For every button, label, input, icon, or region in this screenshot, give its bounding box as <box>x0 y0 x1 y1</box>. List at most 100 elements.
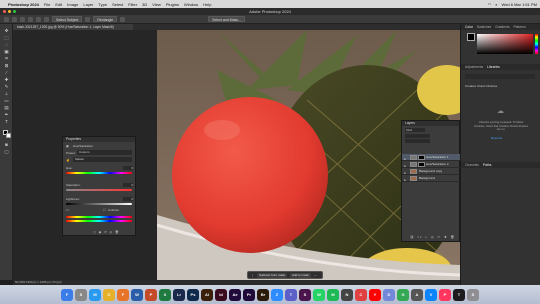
tool-preset-icon[interactable] <box>12 16 17 22</box>
new-selection-icon[interactable] <box>20 16 25 22</box>
color-field[interactable] <box>477 34 533 54</box>
resume-link[interactable]: Resume <box>491 136 502 140</box>
layers-title[interactable]: Layers <box>402 121 459 126</box>
dock-app-icon[interactable]: N <box>341 288 353 301</box>
layer-row[interactable]: ● Hue/Saturation 1 <box>402 154 461 161</box>
menu-select[interactable]: Select <box>112 2 123 7</box>
tab-libraries[interactable]: Libraries <box>487 64 500 70</box>
dock-app-icon[interactable]: C <box>103 288 115 301</box>
gear-icon[interactable] <box>120 16 126 22</box>
type-tool-icon[interactable]: T <box>3 119 10 124</box>
frame-tool-icon[interactable]: ⊠ <box>3 63 10 68</box>
dock-app-icon[interactable]: P <box>145 288 157 301</box>
menu-help[interactable]: Help <box>203 2 211 7</box>
tab-color[interactable]: Color <box>465 24 473 30</box>
lightness-value[interactable]: 0 <box>123 197 133 201</box>
marquee-tool-icon[interactable]: ⬚ <box>3 35 10 40</box>
menu-file[interactable]: File <box>44 2 50 7</box>
dock-app-icon[interactable]: Ps <box>187 288 199 301</box>
dock-app-icon[interactable]: Br <box>257 288 269 301</box>
menu-type[interactable]: Type <box>98 2 107 7</box>
background-color-swatch[interactable] <box>6 133 11 138</box>
dock-app-icon[interactable]: Id <box>215 288 227 301</box>
layer-kind-filter[interactable]: Kind <box>405 128 425 132</box>
dock-app-icon[interactable]: Y <box>369 288 381 301</box>
tab-gradients[interactable]: Gradients <box>495 24 509 30</box>
hue-value[interactable]: 0 <box>123 166 133 170</box>
menu-window[interactable]: Window <box>184 2 198 7</box>
layer-mask-thumbnail[interactable] <box>418 155 425 160</box>
saturation-value[interactable]: 0 <box>123 183 133 187</box>
layer-row[interactable]: ● Hue/Saturation 2 <box>402 161 461 168</box>
menu-plugins[interactable]: Plugins <box>166 2 179 7</box>
properties-title[interactable]: Properties <box>63 137 135 142</box>
tab-patterns[interactable]: Patterns <box>513 24 525 30</box>
select-and-mask-button[interactable]: Select and Mask... <box>208 16 245 22</box>
dock-app-icon[interactable]: F <box>117 288 129 301</box>
menu-filter[interactable]: Filter <box>128 2 137 7</box>
close-window-button[interactable] <box>3 10 6 13</box>
more-options-icon[interactable]: ⋯ <box>314 273 317 277</box>
targeted-adjustment-icon[interactable]: ☝ <box>66 158 70 162</box>
dock-app-icon[interactable]: V <box>425 288 437 301</box>
dock-app-icon[interactable]: P <box>439 288 451 301</box>
wifi-icon[interactable]: ◠ <box>488 2 492 7</box>
dock-app-icon[interactable]: T <box>453 288 465 301</box>
minimize-window-button[interactable] <box>8 10 11 13</box>
dock-app-icon[interactable]: S <box>299 288 311 301</box>
foreground-color-chip[interactable] <box>467 33 475 41</box>
eyedropper-icons[interactable]: ⁄ ⁄ ⁄ <box>66 208 69 212</box>
dock-app-icon[interactable]: Z <box>271 288 283 301</box>
preset-dropdown[interactable]: Custom <box>77 150 132 155</box>
hue-slider[interactable] <box>66 172 132 174</box>
brush-tool-icon[interactable]: ✎ <box>3 84 10 89</box>
lock-options[interactable] <box>405 139 430 143</box>
blend-mode-dropdown[interactable] <box>405 134 430 138</box>
layer-mask-thumbnail[interactable] <box>418 162 425 167</box>
add-to-mask-button[interactable]: Add to mask <box>290 272 311 278</box>
lightness-slider[interactable] <box>66 203 132 205</box>
library-search-input[interactable] <box>465 74 535 79</box>
dock-app-icon[interactable]: A <box>411 288 423 301</box>
dock-app-icon[interactable]: Ae <box>229 288 241 301</box>
move-tool-icon[interactable]: ✥ <box>3 28 10 33</box>
menu-edit[interactable]: Edit <box>55 2 62 7</box>
drag-handle-icon[interactable]: ⋮ <box>251 273 254 277</box>
dock-app-icon[interactable]: M <box>89 288 101 301</box>
tab-channels[interactable]: Channels <box>465 162 479 168</box>
eraser-tool-icon[interactable]: ▭ <box>3 98 10 103</box>
sample-all-layers-icon[interactable] <box>85 16 91 22</box>
mode-dropdown[interactable]: Rectangle <box>93 16 118 22</box>
dock-app-icon[interactable]: D <box>383 288 395 301</box>
dock-app-icon[interactable]: W <box>131 288 143 301</box>
tab-adjustments[interactable]: Adjustments <box>465 64 483 70</box>
channel-dropdown[interactable]: Master <box>73 157 132 162</box>
tab-swatches[interactable]: Swatches <box>477 24 491 30</box>
dock-app-icon[interactable]: Lr <box>173 288 185 301</box>
eyedropper-tool-icon[interactable]: ⁄ <box>3 70 10 75</box>
menu-image[interactable]: Image <box>67 2 78 7</box>
menubar-clock[interactable]: Wed 6 Mar 1:51 PM <box>502 2 538 7</box>
menu-layer[interactable]: Layer <box>83 2 93 7</box>
crop-tool-icon[interactable]: ⌗ <box>3 56 10 61</box>
saturation-slider[interactable] <box>66 189 132 191</box>
layer-row[interactable]: ● Background copy <box>402 168 461 175</box>
search-icon[interactable]: ⌕ <box>495 2 497 7</box>
dock-app-icon[interactable]: M <box>327 288 339 301</box>
menu-view[interactable]: View <box>152 2 161 7</box>
clone-stamp-tool-icon[interactable]: ⊥ <box>3 91 10 96</box>
dock-app-icon[interactable]: T <box>285 288 297 301</box>
select-subject-button[interactable]: Select Subject <box>52 16 83 22</box>
dock-app-icon[interactable]: S <box>467 288 479 301</box>
lasso-tool-icon[interactable]: ◌ <box>3 42 10 47</box>
dock-app-icon[interactable]: S <box>75 288 87 301</box>
subtract-selection-icon[interactable] <box>36 16 41 22</box>
app-menu[interactable]: Photoshop 2024 <box>8 2 39 7</box>
dock-app-icon[interactable]: G <box>397 288 409 301</box>
layer-row[interactable]: ● Background <box>402 175 461 182</box>
dock-app-icon[interactable]: Pr <box>243 288 255 301</box>
dock-app-icon[interactable]: C <box>355 288 367 301</box>
dock-app-icon[interactable]: X <box>159 288 171 301</box>
properties-footer-icons[interactable]: ▢ ◉ ↺ ◎ 🗑 <box>93 230 120 234</box>
dock-app-icon[interactable]: W <box>313 288 325 301</box>
